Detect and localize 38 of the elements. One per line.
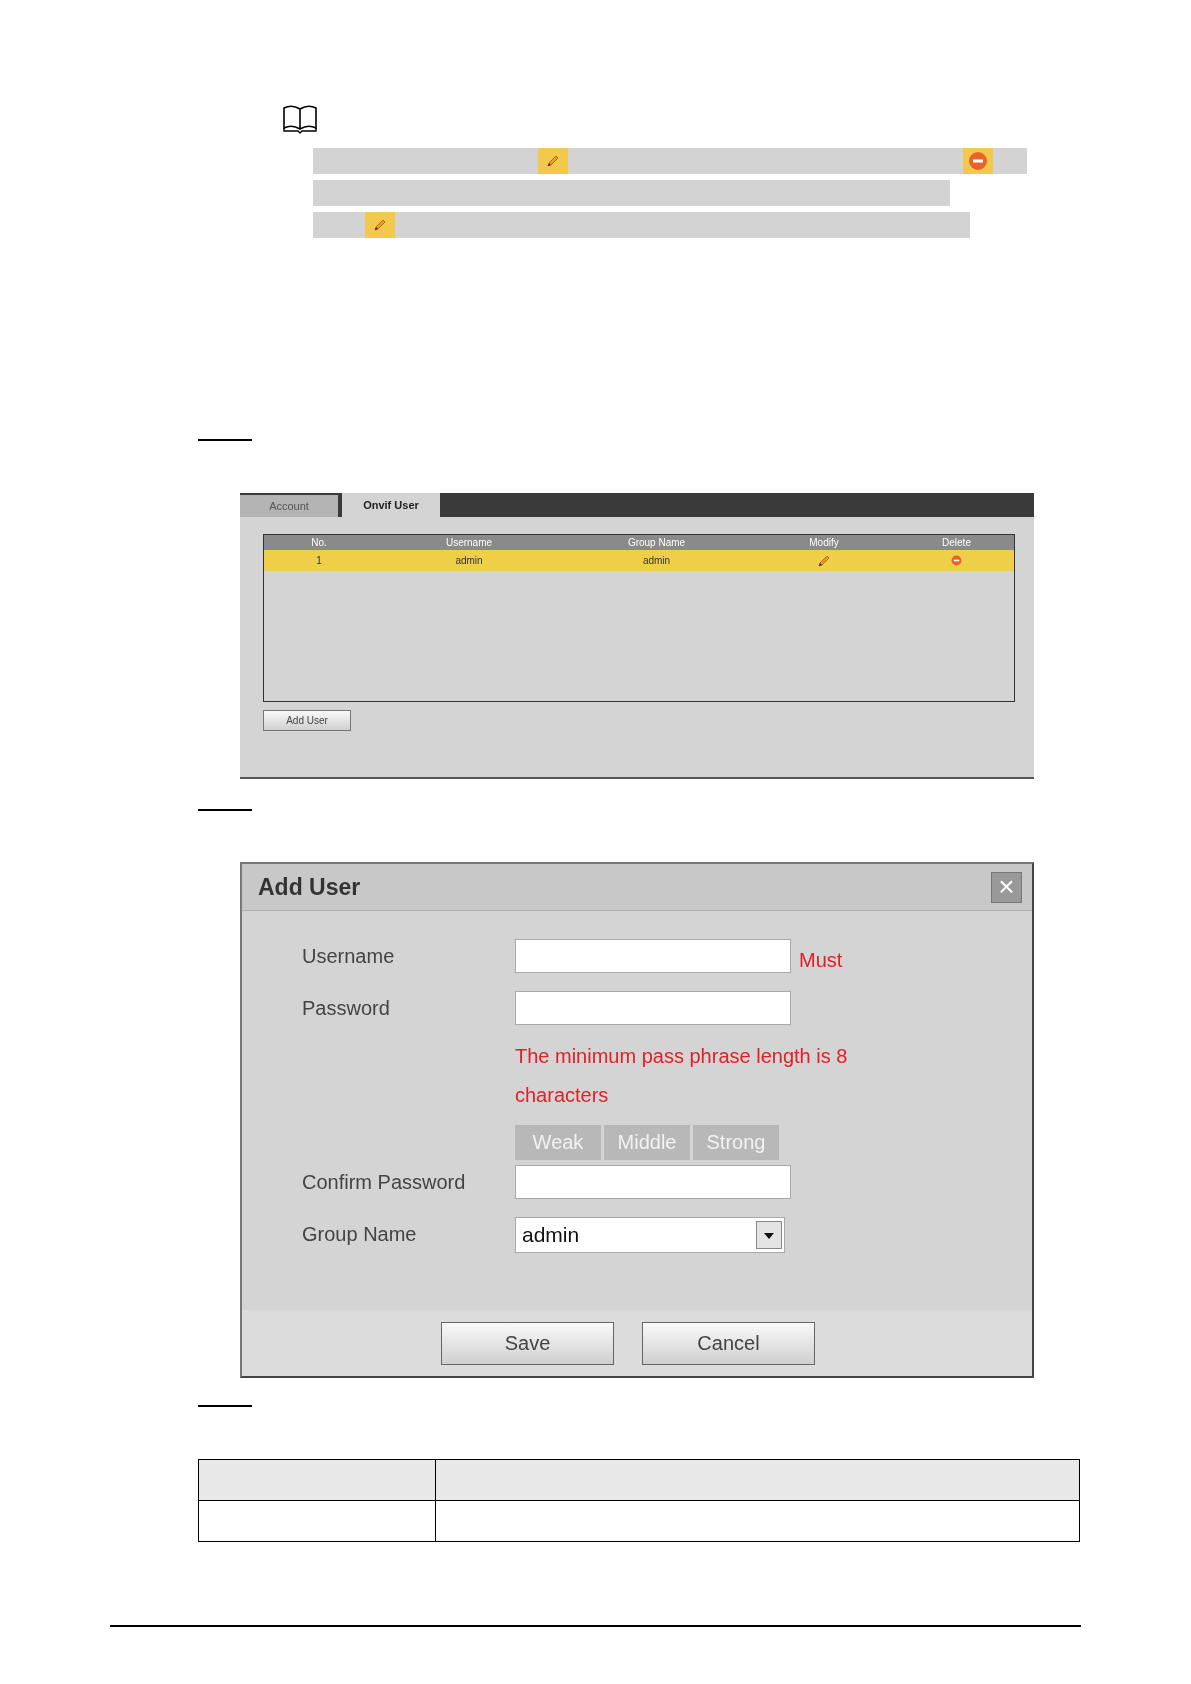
pencil-icon <box>546 154 560 168</box>
dropdown-caret-icon <box>756 1221 782 1249</box>
field-label: Username <box>302 944 396 968</box>
book-icon <box>282 104 318 134</box>
add-user-button[interactable]: Add User <box>263 710 351 731</box>
pencil-icon <box>373 218 387 232</box>
field-label: Confirm Password <box>302 1170 467 1194</box>
table-cell-text: admin <box>454 555 484 566</box>
column-header: Group Name <box>626 537 687 548</box>
password-hint: The minimum pass phrase length is 8 characters <box>515 1044 849 1108</box>
required-hint: Must <box>799 949 843 972</box>
table-row[interactable]: 1 admin admin <box>264 550 1014 571</box>
input-field[interactable] <box>515 939 791 973</box>
column-header: No. <box>310 537 328 548</box>
redacted-text-bar <box>993 148 1027 174</box>
tab[interactable]: Onvif User <box>342 493 440 517</box>
strength-segment: Middle <box>604 1125 690 1160</box>
select-value: admin <box>522 1223 580 1247</box>
delete-icon <box>968 151 988 171</box>
column-header: Modify <box>808 537 840 548</box>
table-cell-text: 1 <box>315 555 323 566</box>
column-header: Username <box>444 537 494 548</box>
input-field[interactable] <box>515 991 791 1025</box>
dialog-button[interactable]: Cancel <box>642 1321 815 1365</box>
redacted-text-bar <box>313 212 365 238</box>
input-field[interactable] <box>515 1165 791 1199</box>
dialog-button[interactable]: Save <box>441 1321 614 1365</box>
strength-segment: Weak <box>515 1125 601 1160</box>
pencil-icon <box>817 553 831 568</box>
group-select[interactable]: admin <box>515 1217 785 1253</box>
strength-segment: Strong <box>693 1125 779 1160</box>
dialog-title: Add User <box>258 873 361 901</box>
column-header: Delete <box>941 537 972 548</box>
delete-icon <box>951 555 962 566</box>
field-label: Group Name <box>302 1222 418 1246</box>
field-label: Password <box>302 996 391 1020</box>
table-cell-text: admin <box>641 555 672 566</box>
tab[interactable]: Account <box>240 495 338 517</box>
